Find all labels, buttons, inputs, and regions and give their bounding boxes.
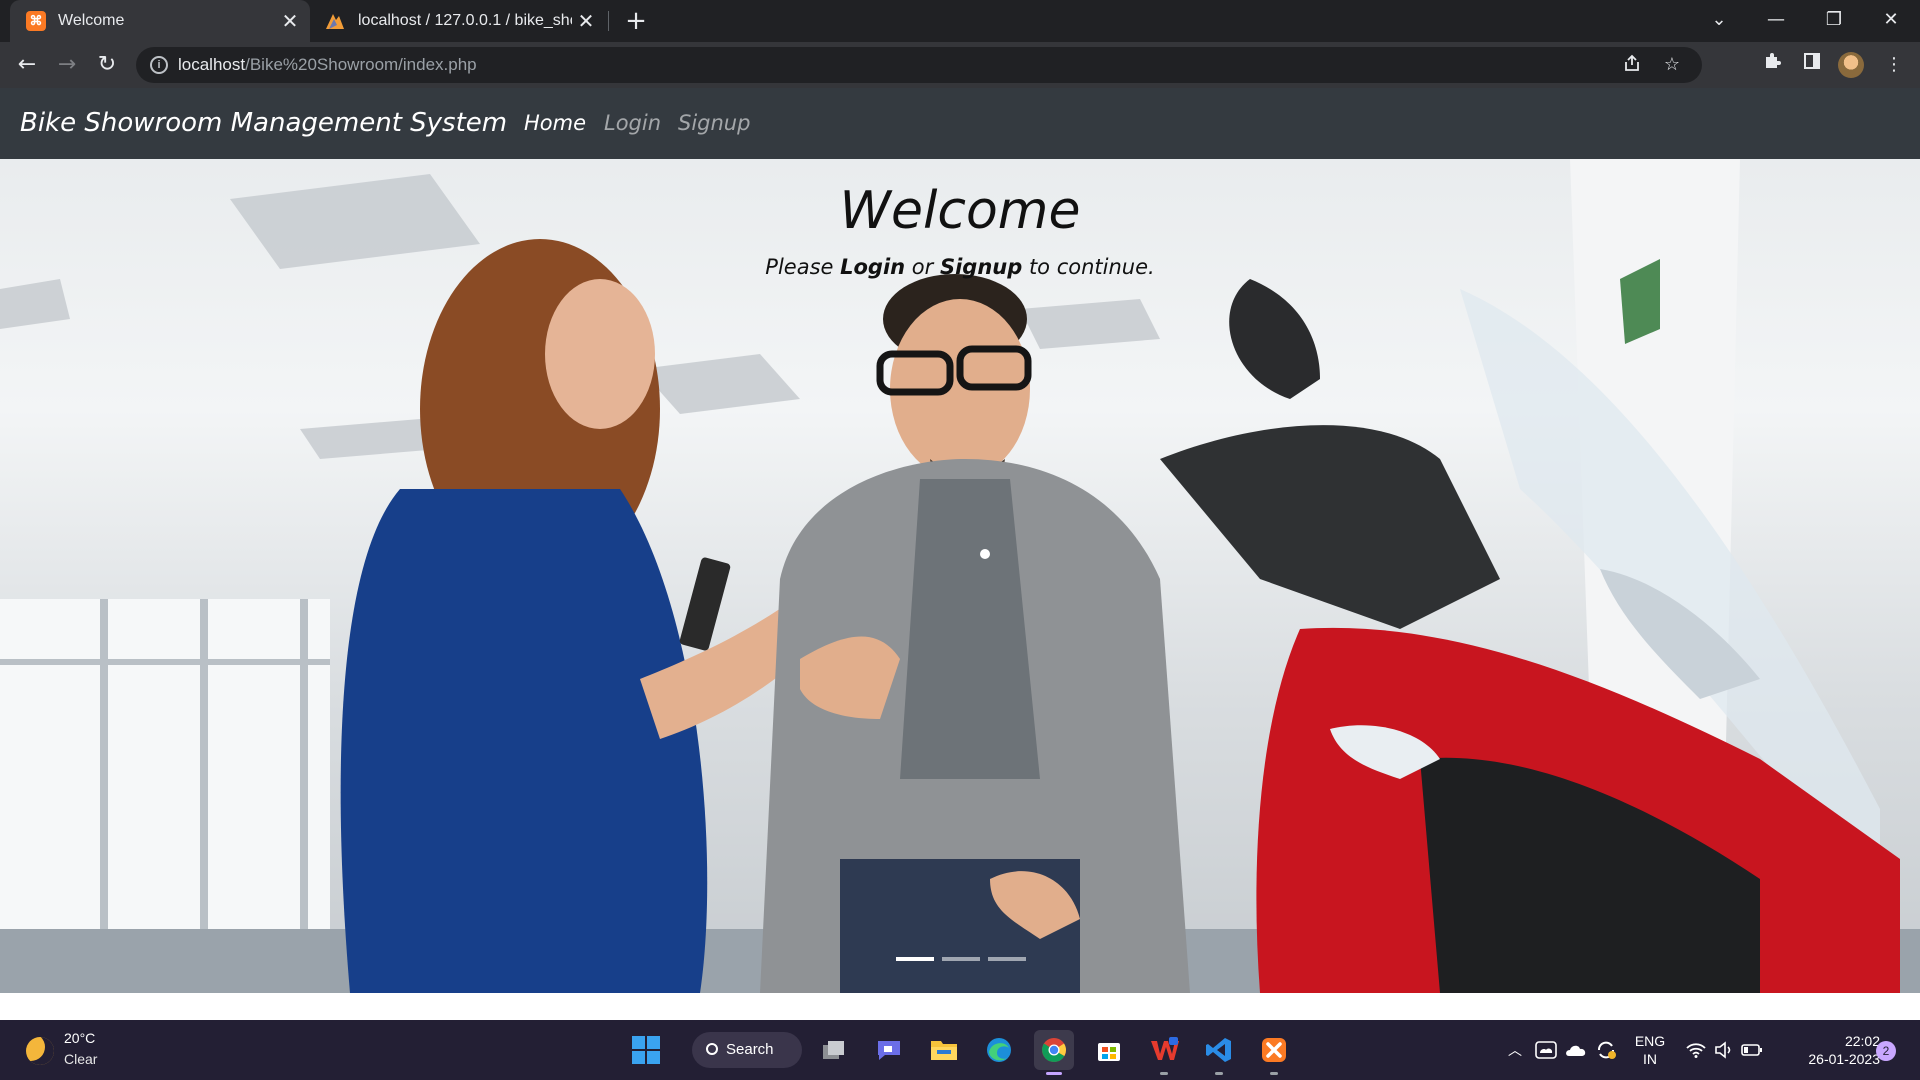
battery-icon[interactable]	[1738, 1020, 1766, 1080]
notification-badge[interactable]: 2	[1876, 1041, 1896, 1061]
microsoft-store-icon[interactable]	[1089, 1030, 1129, 1070]
new-tab-button[interactable]: +	[620, 4, 652, 38]
tab-title: localhost / 127.0.0.1 / bike_showroom	[358, 12, 572, 29]
running-indicator	[1215, 1072, 1223, 1075]
clock-date: 26-01-2023	[1808, 1051, 1880, 1067]
xampp-icon: ⌘	[26, 11, 46, 31]
moon-icon[interactable]	[26, 1037, 54, 1065]
edge-icon[interactable]	[979, 1030, 1019, 1070]
search-label: Search	[726, 1041, 774, 1058]
subtitle-text: to continue.	[1022, 255, 1155, 279]
hero-photo-showroom	[0, 159, 1920, 993]
task-view-icon[interactable]	[814, 1030, 854, 1070]
running-indicator	[1160, 1072, 1168, 1075]
chrome-icon[interactable]	[1034, 1030, 1074, 1075]
weather-condition[interactable]: Clear	[64, 1051, 97, 1067]
carousel-indicators	[896, 957, 1026, 961]
address-bar[interactable]: i localhost/Bike%20Showroom/index.php ☆	[136, 47, 1702, 83]
carousel-indicator[interactable]	[942, 957, 980, 961]
windows-logo	[632, 1036, 660, 1064]
tab-divider	[608, 11, 609, 31]
profile-avatar[interactable]	[1838, 52, 1864, 78]
active-indicator	[1046, 1072, 1062, 1075]
browser-tab-strip: ⌘ Welcome ✕ localhost / 127.0.0.1 / bike…	[0, 0, 1920, 42]
cloud-icon[interactable]	[1562, 1020, 1590, 1080]
tab-welcome[interactable]: ⌘ Welcome ✕	[10, 0, 310, 42]
subtitle-signup: Signup	[939, 255, 1023, 279]
page-below-fold	[0, 993, 1920, 1020]
phpmyadmin-icon	[324, 11, 346, 31]
taskbar-search-button[interactable]: Search	[692, 1032, 802, 1068]
windows-start-icon[interactable]	[626, 1030, 666, 1070]
tab-close-icon[interactable]: ✕	[572, 9, 600, 34]
url-text[interactable]: localhost/Bike%20Showroom/index.php	[178, 47, 477, 83]
side-panel-icon[interactable]	[1798, 51, 1826, 79]
subtitle-text: Please	[765, 255, 841, 279]
nav-login[interactable]: Login	[604, 88, 661, 159]
clock-time: 22:02	[1844, 1033, 1880, 1049]
weather-temperature[interactable]: 20°C	[64, 1030, 95, 1046]
minimize-button[interactable]: —	[1753, 0, 1799, 42]
search-icon	[706, 1043, 718, 1055]
input-language-indicator[interactable]: ENG IN	[1620, 1032, 1680, 1068]
onedrive-sync-icon[interactable]	[1532, 1020, 1560, 1080]
bookmark-star-icon[interactable]: ☆	[1660, 53, 1684, 77]
language-code: ENG	[1634, 1033, 1666, 1049]
wps-office-icon[interactable]	[1144, 1030, 1184, 1075]
carousel-indicator[interactable]	[896, 957, 934, 961]
welcome-subtitle: Please Login or Signup to continue.	[0, 255, 1920, 279]
browser-toolbar: ← → ↻ i localhost/Bike%20Showroom/index.…	[0, 42, 1920, 88]
xampp-icon[interactable]	[1254, 1030, 1294, 1075]
hero-carousel[interactable]: Welcome Please Login or Signup to contin…	[0, 159, 1920, 993]
running-indicator	[1270, 1072, 1278, 1075]
nav-signup[interactable]: Signup	[678, 88, 750, 159]
nav-home[interactable]: Home	[524, 88, 586, 159]
tab-phpmyadmin[interactable]: localhost / 127.0.0.1 / bike_showroom ✕	[316, 0, 606, 42]
vscode-icon[interactable]	[1199, 1030, 1239, 1075]
restore-button[interactable]: ❐	[1811, 0, 1857, 42]
site-info-icon[interactable]: i	[150, 56, 168, 74]
wifi-icon[interactable]	[1682, 1020, 1710, 1080]
carousel-indicator[interactable]	[988, 957, 1026, 961]
sync-update-icon[interactable]	[1592, 1020, 1620, 1080]
tab-search-icon[interactable]: ⌄	[1696, 0, 1742, 42]
tab-close-icon[interactable]: ✕	[276, 9, 304, 34]
reload-icon[interactable]: ↻	[91, 49, 123, 81]
windows-taskbar: 20°C Clear Search ︿ ENG IN 22:02 26-01-2…	[0, 1020, 1920, 1080]
volume-icon[interactable]	[1710, 1020, 1738, 1080]
file-explorer-icon[interactable]	[924, 1030, 964, 1070]
tab-title: Welcome	[58, 12, 125, 29]
teams-chat-icon[interactable]	[869, 1030, 909, 1070]
menu-kebab-icon[interactable]: ⋮	[1880, 51, 1908, 79]
language-region: IN	[1643, 1051, 1657, 1067]
show-hidden-icons-chevron-icon[interactable]: ︿	[1502, 1020, 1528, 1080]
url-path: /Bike%20Showroom/index.php	[245, 55, 477, 74]
site-brand[interactable]: Bike Showroom Management System	[20, 88, 507, 159]
close-window-button[interactable]: ✕	[1868, 0, 1914, 42]
subtitle-text: or	[905, 255, 940, 279]
welcome-heading: Welcome	[839, 181, 1081, 241]
subtitle-login: Login	[840, 255, 906, 279]
forward-arrow-icon[interactable]: →	[51, 49, 83, 81]
url-host: localhost	[178, 55, 246, 74]
extensions-icon[interactable]	[1758, 51, 1786, 79]
system-clock[interactable]: 22:02 26-01-2023	[1770, 1032, 1880, 1068]
site-navbar: Bike Showroom Management System Home Log…	[0, 88, 1920, 159]
back-arrow-icon[interactable]: ←	[11, 49, 43, 81]
share-icon[interactable]	[1620, 53, 1644, 77]
